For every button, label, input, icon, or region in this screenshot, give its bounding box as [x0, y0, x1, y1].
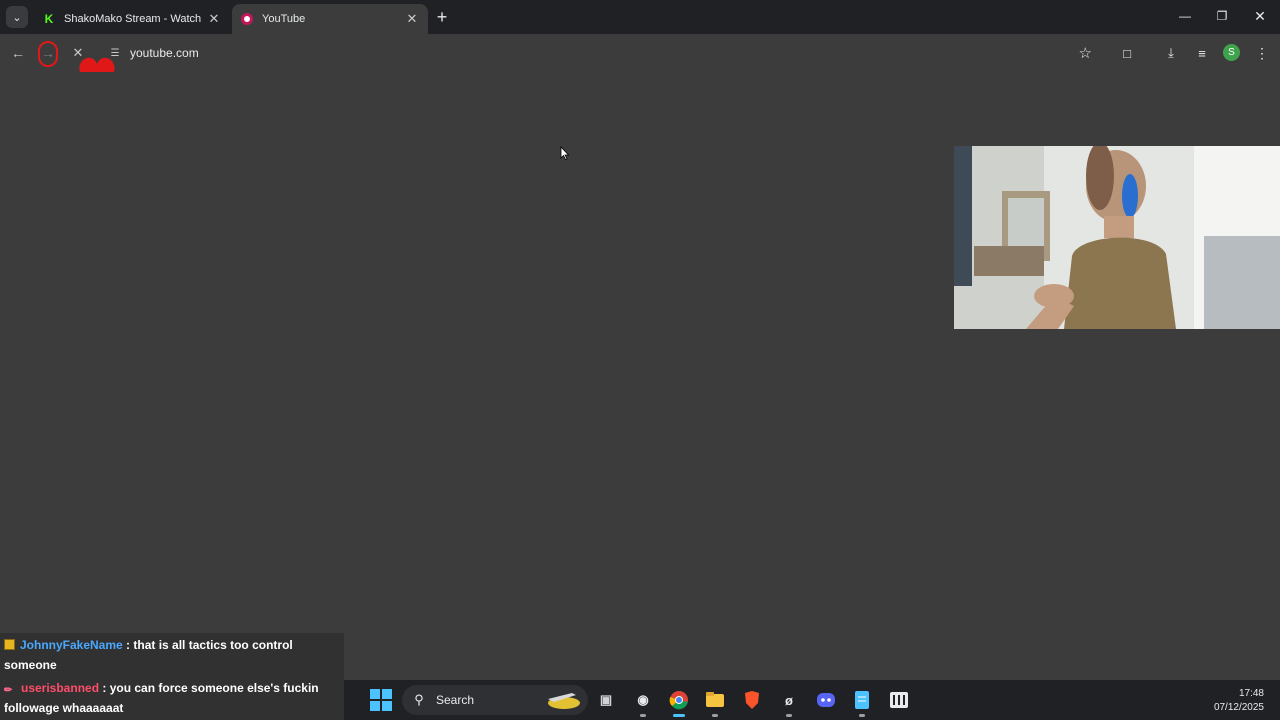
browser-toolbar: ← → ✕ ☰ youtube.com ☆ □ ⤓ ≡ S ⋮	[0, 34, 1280, 91]
chat-message: JohnnyFakeName : that is all tactics too…	[4, 635, 340, 675]
chat-username: JohnnyFakeName	[20, 638, 123, 652]
search-label: Search	[436, 693, 475, 707]
minimize-window-icon[interactable]: —	[1170, 4, 1200, 28]
chrome-icon[interactable]	[667, 688, 691, 717]
youtube-favicon-icon	[240, 12, 254, 26]
tab-shakomako-stream[interactable]: K ShakoMako Stream - Watch Live ✕	[34, 4, 230, 34]
discord-icon[interactable]	[814, 688, 838, 712]
file-explorer-icon[interactable]	[703, 688, 727, 717]
extensions-puzzle-icon[interactable]: □	[1118, 44, 1136, 62]
back-arrow-icon[interactable]: ←	[7, 42, 29, 64]
webcam-overlay	[954, 146, 1280, 329]
download-icon[interactable]: ⤓	[1162, 44, 1180, 62]
media-control-icon[interactable]: ≡	[1193, 44, 1211, 62]
tab-search-chevron-icon[interactable]: ⌄	[6, 6, 28, 28]
task-view-icon[interactable]: ▣	[594, 688, 618, 712]
bookmark-star-icon[interactable]: ☆	[1079, 44, 1092, 62]
close-tab-icon[interactable]: ✕	[206, 11, 222, 27]
notepad-icon[interactable]	[850, 688, 874, 717]
chat-separator: :	[99, 681, 110, 695]
system-clock[interactable]: 17:48 07/12/2025	[1214, 687, 1264, 715]
chat-message: ✏ userisbanned : you can force someone el…	[4, 678, 340, 718]
tab-youtube[interactable]: YouTube ✕	[232, 4, 428, 34]
obs-icon[interactable]: ◉	[631, 688, 655, 717]
chat-separator: :	[122, 638, 134, 652]
brave-browser-icon[interactable]	[740, 688, 764, 712]
highlight-ring	[38, 41, 58, 67]
close-tab-icon[interactable]: ✕	[404, 11, 420, 27]
search-icon: ⚲	[414, 692, 424, 707]
search-highlight-icon	[548, 693, 580, 709]
app-slash-icon[interactable]: ø	[777, 688, 801, 717]
site-info-icon[interactable]: ☰	[108, 46, 122, 60]
sword-badge-icon: ✏	[4, 685, 13, 696]
windows-start-icon[interactable]	[370, 689, 392, 711]
address-bar[interactable]: ☰ youtube.com ☆	[100, 39, 1100, 67]
close-window-icon[interactable]: ✕	[1245, 4, 1275, 28]
clock-time: 17:48	[1238, 688, 1264, 699]
kebab-menu-icon[interactable]: ⋮	[1253, 44, 1271, 62]
kick-favicon-icon: K	[44, 12, 54, 26]
tab-title: YouTube	[262, 13, 306, 25]
maximize-window-icon[interactable]: ❐	[1207, 4, 1237, 28]
chat-username: userisbanned	[21, 681, 100, 695]
tab-title: ShakoMako Stream - Watch Live	[64, 13, 202, 25]
clock-date: 07/12/2025	[1213, 702, 1264, 713]
mouse-cursor-icon	[560, 146, 570, 160]
new-tab-plus-icon[interactable]: +	[432, 7, 452, 27]
stream-chat-overlay: JohnnyFakeName : that is all tactics too…	[0, 633, 344, 720]
crown-badge-icon	[4, 639, 15, 650]
windows-taskbar: ⚲ Search ▣ ◉ ø 17:48 07/12/2025	[344, 680, 1280, 720]
url-text[interactable]: youtube.com	[130, 46, 199, 60]
profile-avatar[interactable]: S	[1223, 44, 1240, 61]
audio-app-icon[interactable]	[887, 688, 911, 712]
browser-tab-bar: ⌄ K ShakoMako Stream - Watch Live ✕ YouT…	[0, 0, 1280, 34]
